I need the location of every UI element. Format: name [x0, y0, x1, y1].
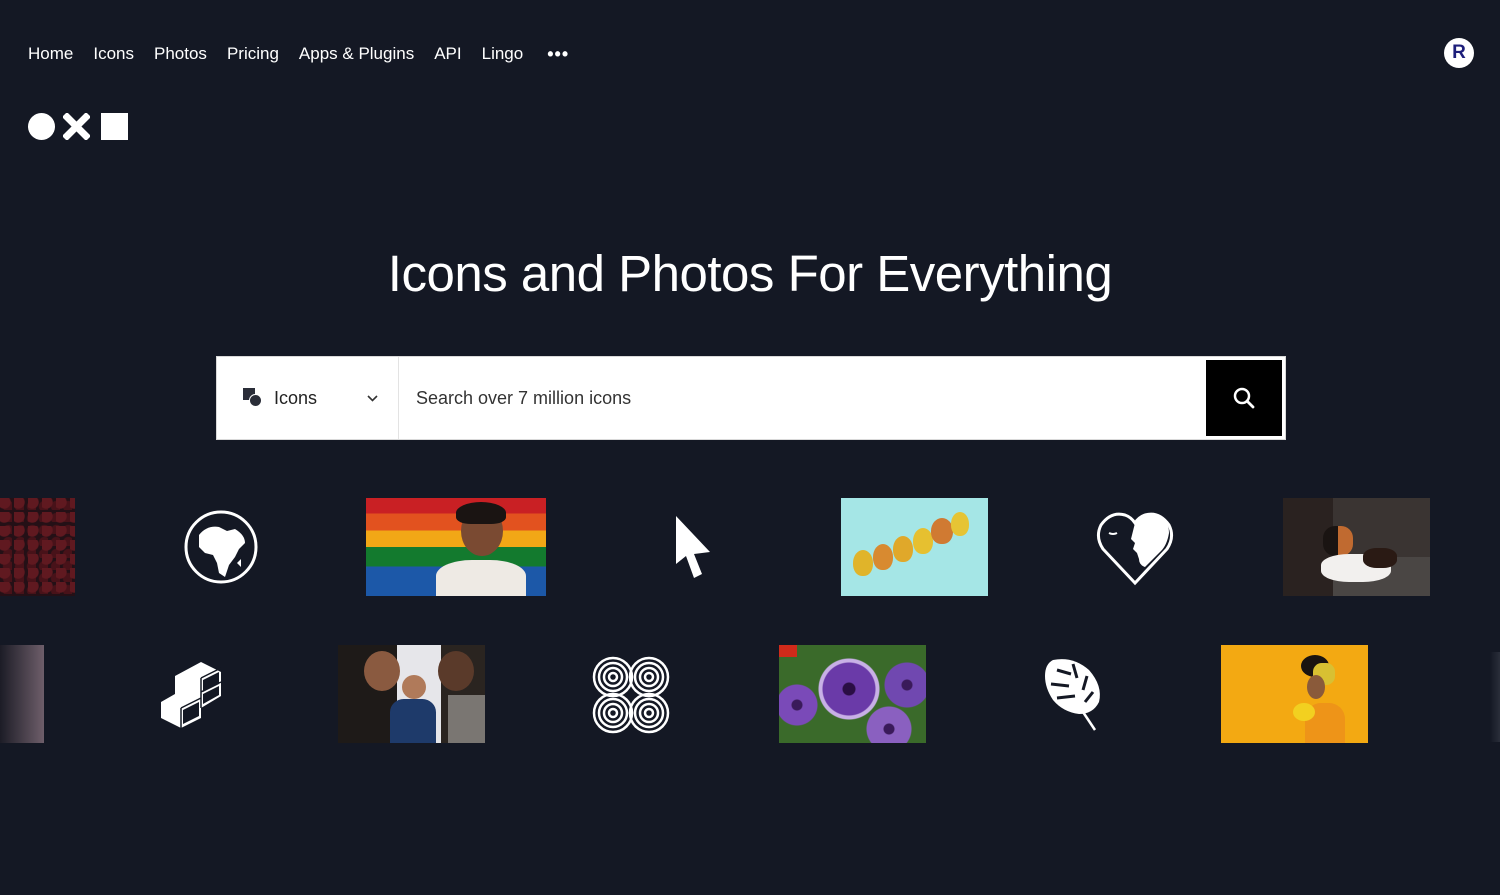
chevron-down-icon: [367, 391, 378, 405]
photo-faded-partial-right[interactable]: [1490, 652, 1500, 742]
nav-apps-plugins[interactable]: Apps & Plugins: [299, 42, 414, 66]
photo-pears[interactable]: [841, 498, 988, 596]
search-button[interactable]: [1206, 360, 1282, 436]
hero-title: Icons and Photos For Everything: [387, 245, 1113, 302]
nav-photos[interactable]: Photos: [154, 42, 207, 66]
isometric-blocks-icon[interactable]: [156, 658, 226, 730]
nav-api[interactable]: API: [434, 42, 461, 66]
photo-family-baby[interactable]: [338, 645, 485, 743]
photo-faded-partial[interactable]: [0, 645, 44, 743]
nav-icons[interactable]: Icons: [93, 42, 134, 66]
concentric-circles-pattern-icon[interactable]: [590, 654, 672, 736]
search-icon: [1233, 387, 1255, 409]
globe-africa-icon[interactable]: [182, 508, 260, 586]
search-type-select[interactable]: Icons: [217, 357, 399, 439]
cursor-arrow-icon[interactable]: [668, 512, 718, 582]
logo[interactable]: [28, 113, 128, 140]
photo-calico-cat[interactable]: [1283, 498, 1430, 596]
search-type-label: Icons: [274, 387, 318, 408]
more-menu-icon[interactable]: •••: [547, 45, 569, 63]
nav-lingo[interactable]: Lingo: [482, 42, 524, 66]
nav-pricing[interactable]: Pricing: [227, 42, 279, 66]
heart-face-icon[interactable]: [1094, 508, 1176, 588]
photo-woman-yellow[interactable]: [1221, 645, 1368, 743]
shapes-icon: [243, 388, 263, 408]
photo-petunias[interactable]: [779, 645, 926, 743]
logo-x-icon: [63, 113, 90, 140]
photo-cherries[interactable]: [0, 498, 75, 596]
photo-rainbow-flag-person[interactable]: [366, 498, 546, 596]
search-bar: Icons: [216, 356, 1286, 440]
monstera-leaf-icon[interactable]: [1042, 655, 1106, 733]
top-nav: Home Icons Photos Pricing Apps & Plugins…: [28, 42, 589, 66]
search-input[interactable]: [399, 357, 1206, 439]
logo-square-icon: [101, 113, 128, 140]
user-avatar[interactable]: R: [1444, 38, 1474, 68]
nav-home[interactable]: Home: [28, 42, 73, 66]
logo-circle-icon: [28, 113, 55, 140]
